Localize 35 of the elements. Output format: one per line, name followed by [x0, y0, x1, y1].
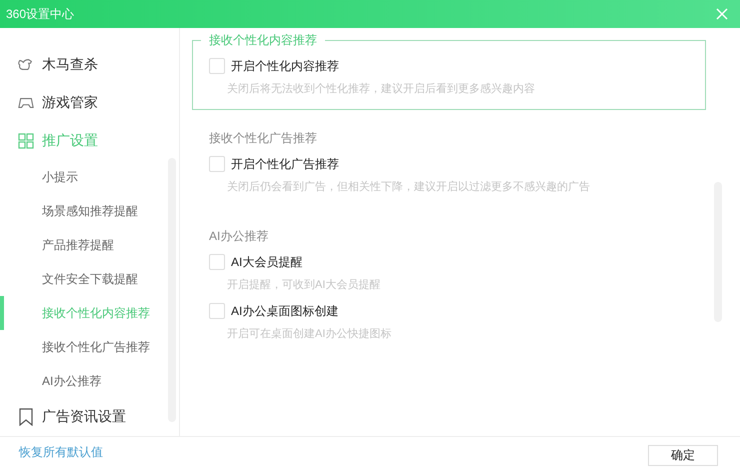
option-description: 关闭后将无法收到个性化推荐，建议开启后看到更多感兴趣内容 — [227, 82, 536, 97]
sidebar-item[interactable]: 游戏管家 — [0, 84, 179, 122]
section-title: 接收个性化广告推荐 — [208, 130, 318, 146]
checkbox[interactable] — [209, 254, 225, 270]
option-description: 开启提醒，可收到AI大会员提醒 — [227, 278, 382, 293]
flag-icon — [18, 408, 34, 426]
checkbox-label[interactable]: AI大会员提醒 — [231, 254, 302, 270]
sidebar-item-label: 推广设置 — [42, 132, 98, 150]
sidebar-item[interactable]: 广告资讯设置 — [0, 398, 179, 436]
section-title: AI办公推荐 — [208, 228, 270, 244]
confirm-button[interactable]: 确定 — [648, 444, 718, 466]
sidebar-subitem[interactable]: 小提示 — [42, 168, 78, 186]
sidebar-item-label: 木马查杀 — [42, 56, 98, 74]
grid-icon — [18, 133, 34, 149]
sidebar-subitem[interactable]: 产品推荐提醒 — [42, 236, 114, 254]
selection-bar — [0, 296, 4, 330]
sidebar-item-label: 广告资讯设置 — [42, 408, 126, 426]
checkbox[interactable] — [209, 156, 225, 172]
sidebar-subitem[interactable]: AI办公推荐 — [42, 372, 102, 390]
gamepad-icon — [18, 96, 34, 110]
sidebar-item-label: 游戏管家 — [42, 94, 98, 112]
section-title: 接收个性化内容推荐 — [208, 32, 318, 48]
close-icon[interactable] — [716, 8, 728, 20]
checkbox[interactable] — [209, 303, 225, 319]
checkbox[interactable] — [209, 58, 225, 74]
checkbox-label[interactable]: 开启个性化广告推荐 — [231, 156, 339, 172]
sidebar-subitem[interactable]: 文件安全下载提醒 — [42, 270, 138, 288]
option-description: 关闭后仍会看到广告，但相关性下降，建议开启以过滤更多不感兴趣的广告 — [227, 180, 591, 195]
checkbox-label[interactable]: AI办公桌面图标创建 — [231, 302, 338, 320]
option-description: 开启可在桌面创建AI办公快捷图标 — [227, 326, 392, 342]
sidebar-subitem[interactable]: 接收个性化广告推荐 — [42, 338, 150, 356]
sidebar-subitem[interactable]: 场景感知推荐提醒 — [42, 202, 138, 220]
sidebar-item[interactable]: 木马查杀 — [0, 46, 179, 84]
window-title: 360设置中心 — [6, 6, 74, 22]
checkbox-label[interactable]: 开启个性化内容推荐 — [231, 58, 339, 74]
